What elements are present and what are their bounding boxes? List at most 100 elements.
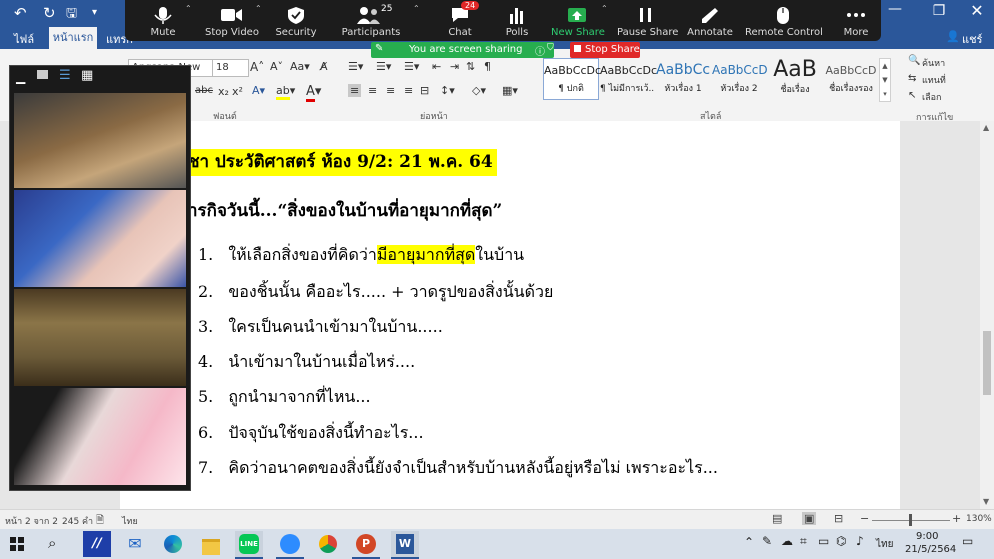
bullets-icon[interactable]: ☰▾ bbox=[348, 60, 363, 73]
strikethrough-icon[interactable]: abc bbox=[195, 85, 213, 96]
scrollbar-thumb[interactable] bbox=[983, 331, 991, 395]
chevron-up-icon[interactable]: ⌃ bbox=[255, 4, 262, 13]
remote-control-button[interactable]: Remote Control bbox=[745, 0, 823, 41]
replace-icon[interactable]: ⇆ bbox=[908, 73, 916, 84]
distributed-icon[interactable]: ⊟ bbox=[420, 84, 429, 97]
word-count[interactable]: 245 คำ bbox=[62, 514, 93, 528]
chevron-up-icon[interactable]: ⌃ bbox=[413, 4, 420, 13]
grow-font-icon[interactable]: A˄ bbox=[250, 60, 264, 74]
file-explorer-icon[interactable] bbox=[197, 531, 225, 557]
stop-share-button[interactable]: Stop Share bbox=[570, 42, 640, 58]
participant-video-tile[interactable] bbox=[14, 289, 186, 386]
select-button[interactable]: เลือก bbox=[922, 90, 941, 104]
find-icon[interactable]: 🔍 bbox=[908, 55, 920, 66]
mute-button[interactable]: Mute ⌃ bbox=[139, 0, 191, 41]
style-normal[interactable]: AaBbCcDc ¶ ปกติ bbox=[543, 58, 601, 100]
list-item[interactable]: 2. ของชิ้นนั้น คืออะไร..... + วาดรูปของส… bbox=[198, 280, 553, 305]
app-icon[interactable]: ∕∕ bbox=[83, 531, 111, 557]
scroll-down-arrow-icon[interactable]: ▼ bbox=[983, 497, 989, 506]
chrome-browser-icon[interactable] bbox=[314, 531, 342, 557]
clock-time[interactable]: 9:00 bbox=[916, 531, 938, 542]
print-layout-icon[interactable]: ▣ bbox=[802, 512, 817, 525]
pen-workspace-icon[interactable]: ✎ bbox=[762, 534, 772, 548]
info-icon[interactable]: ⓘ bbox=[535, 43, 545, 58]
shrink-font-icon[interactable]: A˅ bbox=[270, 60, 283, 73]
borders-icon[interactable]: ▦▾ bbox=[502, 84, 518, 97]
activity-heading[interactable]: ารกิจวันนี้...“สิ่งของในบ้านที่อายุมากที… bbox=[188, 197, 502, 224]
web-layout-icon[interactable]: ⊟ bbox=[834, 512, 843, 525]
participant-video-tile[interactable] bbox=[14, 388, 186, 485]
pause-share-button[interactable]: Pause Share bbox=[617, 0, 678, 41]
network-icon[interactable]: ⌬ bbox=[836, 534, 846, 548]
language-indicator[interactable]: ไทย bbox=[122, 514, 138, 528]
style-no-spacing[interactable]: AaBbCcDc ¶ ไม่มีการเว้... bbox=[599, 58, 657, 100]
speaker-view-icon[interactable] bbox=[37, 70, 48, 79]
shield-check-icon[interactable]: ⛉ bbox=[547, 43, 554, 53]
scroll-up-arrow-icon[interactable]: ▲ bbox=[983, 123, 989, 132]
superscript-icon[interactable]: x² bbox=[232, 85, 243, 98]
pin-icon[interactable]: ✎ bbox=[375, 43, 383, 54]
filmstrip-view-icon[interactable]: ☰ bbox=[59, 68, 71, 83]
participants-button[interactable]: 25 Participants ⌃ bbox=[333, 0, 420, 41]
styles-gallery-scroll-icon[interactable]: ▲ ▼ ▾ bbox=[879, 58, 891, 102]
undo-icon[interactable]: ↶ bbox=[14, 4, 27, 22]
tab-file[interactable]: ไฟล์ bbox=[14, 30, 34, 48]
font-size-box[interactable]: 18 bbox=[212, 59, 249, 77]
list-item[interactable]: 5. ถูกนำมาจากที่ไหน... bbox=[198, 385, 371, 410]
decrease-indent-icon[interactable]: ⇤ bbox=[432, 60, 441, 73]
annotate-button[interactable]: Annotate bbox=[685, 0, 735, 41]
redo-icon[interactable]: ↻ bbox=[43, 4, 56, 22]
notifications-icon[interactable]: ▭ bbox=[962, 534, 973, 548]
increase-indent-icon[interactable]: ⇥ bbox=[450, 60, 459, 73]
participant-video-tile[interactable] bbox=[14, 190, 186, 287]
zoom-app-icon[interactable] bbox=[276, 531, 304, 559]
cloud-sync-icon[interactable]: ☁ bbox=[781, 534, 793, 548]
powerpoint-icon[interactable]: P bbox=[352, 531, 380, 559]
edge-browser-icon[interactable] bbox=[159, 531, 187, 557]
find-button[interactable]: ค้นหา bbox=[922, 56, 945, 70]
read-mode-icon[interactable]: ▤ bbox=[772, 512, 782, 525]
justify-icon[interactable]: ≡ bbox=[404, 84, 413, 97]
new-share-button[interactable]: New Share ⌃ bbox=[551, 0, 608, 41]
font-color-icon[interactable]: A▾ bbox=[306, 84, 321, 102]
list-item[interactable]: 3. ใครเป็นคนนำเข้ามาในบ้าน..... bbox=[198, 315, 443, 340]
numbering-icon[interactable]: ☰▾ bbox=[376, 60, 391, 73]
style-heading-2[interactable]: AaBbCcD หัวเรื่อง 2 bbox=[711, 58, 768, 100]
list-item[interactable]: 6. ปัจจุบันใช้ของสิ่งนี้ทำอะไร... bbox=[198, 421, 424, 446]
chevron-up-icon[interactable]: ⌃ bbox=[185, 4, 192, 13]
battery-icon[interactable]: ▭ bbox=[818, 534, 829, 548]
style-heading-1[interactable]: AaBbCc หัวเรื่อง 1 bbox=[655, 58, 711, 100]
subscript-icon[interactable]: x₂ bbox=[218, 85, 229, 98]
zoom-percent[interactable]: 130% bbox=[966, 514, 992, 524]
meet-now-icon[interactable]: ⌗ bbox=[800, 534, 807, 549]
more-button[interactable]: More bbox=[835, 0, 877, 41]
share-icon[interactable]: 👤 bbox=[946, 30, 960, 43]
tab-home[interactable]: หน้าแรก bbox=[49, 27, 97, 49]
page-count[interactable]: หน้า 2 จาก 2 bbox=[5, 514, 58, 528]
stop-video-button[interactable]: Stop Video ⌃ bbox=[205, 0, 262, 41]
chevron-up-icon[interactable]: ⌃ bbox=[744, 535, 754, 549]
minimize-window-icon[interactable]: — bbox=[880, 1, 910, 17]
minimize-video-icon[interactable]: ▁ bbox=[16, 70, 25, 84]
windows-start-icon[interactable] bbox=[10, 537, 24, 551]
word-app-icon[interactable]: W bbox=[391, 531, 419, 559]
list-item[interactable]: 1. ให้เลือกสิ่งของที่คิดว่ามีอายุมากที่ส… bbox=[198, 243, 524, 268]
style-subtitle[interactable]: AaBbCcD ชื่อเรื่องรอง bbox=[823, 58, 879, 100]
screen-sharing-banner[interactable]: ✎ You are screen sharing ⓘ ⛉ bbox=[371, 42, 554, 58]
proofing-icon[interactable]: 🗎 bbox=[96, 513, 104, 530]
customize-quick-access-icon[interactable]: ▾ bbox=[92, 7, 97, 18]
input-language-indicator[interactable]: ไทย bbox=[876, 537, 893, 552]
chevron-up-icon[interactable]: ⌃ bbox=[601, 4, 608, 13]
shading-icon[interactable]: ◇▾ bbox=[472, 84, 486, 97]
zoom-in-icon[interactable]: + bbox=[952, 512, 961, 525]
line-spacing-icon[interactable]: ↕▾ bbox=[440, 84, 455, 97]
align-center-icon[interactable]: ≡ bbox=[368, 84, 377, 97]
align-right-icon[interactable]: ≡ bbox=[386, 84, 395, 97]
save-icon[interactable]: 🖫 bbox=[66, 4, 77, 26]
sort-icon[interactable]: ⇅ bbox=[466, 60, 475, 73]
select-icon[interactable]: ↖ bbox=[908, 90, 916, 101]
gallery-view-icon[interactable]: ▦ bbox=[81, 68, 93, 83]
align-left-icon[interactable]: ≡ bbox=[348, 84, 362, 97]
highlight-color-icon[interactable]: ab▾ bbox=[276, 84, 295, 100]
clear-formatting-icon[interactable]: A̸ bbox=[320, 60, 328, 73]
